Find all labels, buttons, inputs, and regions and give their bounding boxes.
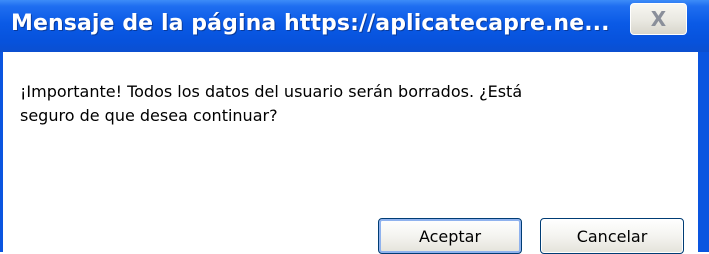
- close-icon: X: [650, 7, 667, 31]
- title-bar[interactable]: Mensaje de la página https://aplicatecap…: [0, 0, 709, 52]
- message-line-1: ¡Importante! Todos los datos del usuario…: [20, 82, 523, 101]
- dialog-message: ¡Importante! Todos los datos del usuario…: [20, 80, 670, 128]
- cancel-button[interactable]: Cancelar: [540, 218, 684, 254]
- close-button[interactable]: X: [630, 3, 687, 35]
- message-line-2: seguro de que desea continuar?: [20, 106, 278, 125]
- window-title: Mensaje de la página https://aplicatecap…: [11, 11, 610, 36]
- accept-button[interactable]: Aceptar: [378, 218, 522, 254]
- alert-dialog: Mensaje de la página https://aplicatecap…: [0, 0, 709, 254]
- dialog-body: ¡Importante! Todos los datos del usuario…: [3, 52, 698, 254]
